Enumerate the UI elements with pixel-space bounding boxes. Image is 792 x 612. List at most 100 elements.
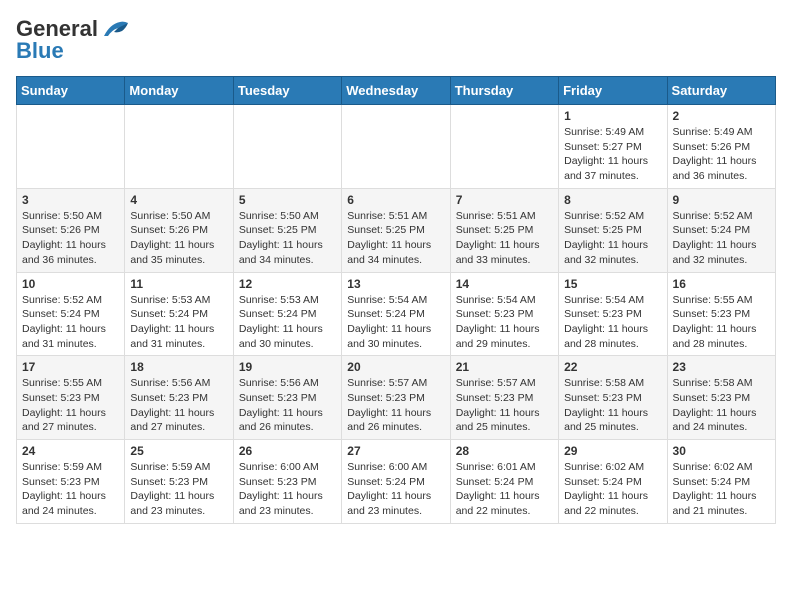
day-info: Sunrise: 5:59 AM Sunset: 5:23 PM Dayligh… <box>22 460 119 519</box>
day-info: Sunrise: 5:59 AM Sunset: 5:23 PM Dayligh… <box>130 460 227 519</box>
day-number: 14 <box>456 277 553 291</box>
day-info: Sunrise: 5:55 AM Sunset: 5:23 PM Dayligh… <box>673 293 770 352</box>
calendar-cell: 17 Sunrise: 5:55 AM Sunset: 5:23 PM Dayli… <box>17 356 125 440</box>
day-number: 23 <box>673 360 770 374</box>
day-number: 30 <box>673 444 770 458</box>
logo-blue: Blue <box>16 38 64 64</box>
day-number: 11 <box>130 277 227 291</box>
calendar-cell: 14 Sunrise: 5:54 AM Sunset: 5:23 PM Dayli… <box>450 272 558 356</box>
calendar-cell: 22 Sunrise: 5:58 AM Sunset: 5:23 PM Dayli… <box>559 356 667 440</box>
day-number: 8 <box>564 193 661 207</box>
calendar-cell: 2 Sunrise: 5:49 AM Sunset: 5:26 PM Daylig… <box>667 105 775 189</box>
day-info: Sunrise: 6:01 AM Sunset: 5:24 PM Dayligh… <box>456 460 553 519</box>
day-info: Sunrise: 5:51 AM Sunset: 5:25 PM Dayligh… <box>347 209 444 268</box>
calendar-cell: 5 Sunrise: 5:50 AM Sunset: 5:25 PM Daylig… <box>233 188 341 272</box>
day-info: Sunrise: 5:52 AM Sunset: 5:24 PM Dayligh… <box>22 293 119 352</box>
day-info: Sunrise: 6:02 AM Sunset: 5:24 PM Dayligh… <box>673 460 770 519</box>
day-info: Sunrise: 5:52 AM Sunset: 5:24 PM Dayligh… <box>673 209 770 268</box>
weekday-header-wednesday: Wednesday <box>342 77 450 105</box>
logo: General Blue <box>16 16 130 64</box>
calendar-week-1: 1 Sunrise: 5:49 AM Sunset: 5:27 PM Daylig… <box>17 105 776 189</box>
day-number: 10 <box>22 277 119 291</box>
calendar-cell: 1 Sunrise: 5:49 AM Sunset: 5:27 PM Daylig… <box>559 105 667 189</box>
day-number: 25 <box>130 444 227 458</box>
day-number: 12 <box>239 277 336 291</box>
calendar-cell: 7 Sunrise: 5:51 AM Sunset: 5:25 PM Daylig… <box>450 188 558 272</box>
day-info: Sunrise: 5:52 AM Sunset: 5:25 PM Dayligh… <box>564 209 661 268</box>
day-info: Sunrise: 5:50 AM Sunset: 5:26 PM Dayligh… <box>22 209 119 268</box>
calendar-cell: 30 Sunrise: 6:02 AM Sunset: 5:24 PM Dayli… <box>667 440 775 524</box>
day-info: Sunrise: 5:55 AM Sunset: 5:23 PM Dayligh… <box>22 376 119 435</box>
calendar-cell: 6 Sunrise: 5:51 AM Sunset: 5:25 PM Daylig… <box>342 188 450 272</box>
day-number: 20 <box>347 360 444 374</box>
weekday-header-friday: Friday <box>559 77 667 105</box>
calendar-header-row: SundayMondayTuesdayWednesdayThursdayFrid… <box>17 77 776 105</box>
day-info: Sunrise: 5:53 AM Sunset: 5:24 PM Dayligh… <box>239 293 336 352</box>
day-info: Sunrise: 5:58 AM Sunset: 5:23 PM Dayligh… <box>673 376 770 435</box>
calendar-cell: 20 Sunrise: 5:57 AM Sunset: 5:23 PM Dayli… <box>342 356 450 440</box>
weekday-header-tuesday: Tuesday <box>233 77 341 105</box>
day-number: 9 <box>673 193 770 207</box>
weekday-header-saturday: Saturday <box>667 77 775 105</box>
calendar-cell: 9 Sunrise: 5:52 AM Sunset: 5:24 PM Daylig… <box>667 188 775 272</box>
day-number: 15 <box>564 277 661 291</box>
day-number: 29 <box>564 444 661 458</box>
calendar-cell: 21Sunrise: 5:57 AM Sunset: 5:23 PM Dayli… <box>450 356 558 440</box>
calendar-cell: 26 Sunrise: 6:00 AM Sunset: 5:23 PM Dayli… <box>233 440 341 524</box>
calendar-cell <box>342 105 450 189</box>
weekday-header-thursday: Thursday <box>450 77 558 105</box>
day-info: Sunrise: 5:54 AM Sunset: 5:23 PM Dayligh… <box>456 293 553 352</box>
calendar-cell: 24 Sunrise: 5:59 AM Sunset: 5:23 PM Dayli… <box>17 440 125 524</box>
calendar-week-2: 3 Sunrise: 5:50 AM Sunset: 5:26 PM Daylig… <box>17 188 776 272</box>
calendar-cell: 27Sunrise: 6:00 AM Sunset: 5:24 PM Dayli… <box>342 440 450 524</box>
day-number: 1 <box>564 109 661 123</box>
day-number: 21 <box>456 360 553 374</box>
day-info: Sunrise: 5:57 AM Sunset: 5:23 PM Dayligh… <box>347 376 444 435</box>
day-number: 28 <box>456 444 553 458</box>
calendar-cell: 11Sunrise: 5:53 AM Sunset: 5:24 PM Dayli… <box>125 272 233 356</box>
day-info: Sunrise: 5:51 AM Sunset: 5:25 PM Dayligh… <box>456 209 553 268</box>
calendar-cell <box>233 105 341 189</box>
day-number: 6 <box>347 193 444 207</box>
day-number: 18 <box>130 360 227 374</box>
calendar-cell: 12 Sunrise: 5:53 AM Sunset: 5:24 PM Dayli… <box>233 272 341 356</box>
day-info: Sunrise: 5:58 AM Sunset: 5:23 PM Dayligh… <box>564 376 661 435</box>
calendar-week-4: 17 Sunrise: 5:55 AM Sunset: 5:23 PM Dayli… <box>17 356 776 440</box>
calendar-cell <box>17 105 125 189</box>
day-number: 19 <box>239 360 336 374</box>
calendar-cell: 10 Sunrise: 5:52 AM Sunset: 5:24 PM Dayli… <box>17 272 125 356</box>
calendar-cell: 16 Sunrise: 5:55 AM Sunset: 5:23 PM Dayli… <box>667 272 775 356</box>
day-info: Sunrise: 5:50 AM Sunset: 5:26 PM Dayligh… <box>130 209 227 268</box>
logo-bird-icon <box>100 18 130 40</box>
day-number: 4 <box>130 193 227 207</box>
calendar-cell <box>125 105 233 189</box>
calendar-cell: 18Sunrise: 5:56 AM Sunset: 5:23 PM Dayli… <box>125 356 233 440</box>
day-number: 26 <box>239 444 336 458</box>
day-number: 5 <box>239 193 336 207</box>
day-info: Sunrise: 6:00 AM Sunset: 5:23 PM Dayligh… <box>239 460 336 519</box>
calendar-cell: 19 Sunrise: 5:56 AM Sunset: 5:23 PM Dayli… <box>233 356 341 440</box>
day-info: Sunrise: 5:49 AM Sunset: 5:26 PM Dayligh… <box>673 125 770 184</box>
day-info: Sunrise: 6:00 AM Sunset: 5:24 PM Dayligh… <box>347 460 444 519</box>
day-number: 24 <box>22 444 119 458</box>
calendar-cell: 8 Sunrise: 5:52 AM Sunset: 5:25 PM Daylig… <box>559 188 667 272</box>
day-number: 7 <box>456 193 553 207</box>
day-number: 17 <box>22 360 119 374</box>
day-number: 2 <box>673 109 770 123</box>
day-number: 22 <box>564 360 661 374</box>
calendar-cell: 15 Sunrise: 5:54 AM Sunset: 5:23 PM Dayli… <box>559 272 667 356</box>
weekday-header-monday: Monday <box>125 77 233 105</box>
calendar-cell: 3 Sunrise: 5:50 AM Sunset: 5:26 PM Daylig… <box>17 188 125 272</box>
calendar-cell: 28 Sunrise: 6:01 AM Sunset: 5:24 PM Dayli… <box>450 440 558 524</box>
day-info: Sunrise: 5:50 AM Sunset: 5:25 PM Dayligh… <box>239 209 336 268</box>
day-number: 3 <box>22 193 119 207</box>
day-info: Sunrise: 5:56 AM Sunset: 5:23 PM Dayligh… <box>239 376 336 435</box>
calendar-cell: 4 Sunrise: 5:50 AM Sunset: 5:26 PM Daylig… <box>125 188 233 272</box>
calendar-week-5: 24 Sunrise: 5:59 AM Sunset: 5:23 PM Dayli… <box>17 440 776 524</box>
calendar-cell: 23 Sunrise: 5:58 AM Sunset: 5:23 PM Dayli… <box>667 356 775 440</box>
weekday-header-sunday: Sunday <box>17 77 125 105</box>
calendar-cell: 25 Sunrise: 5:59 AM Sunset: 5:23 PM Dayli… <box>125 440 233 524</box>
day-info: Sunrise: 5:54 AM Sunset: 5:23 PM Dayligh… <box>564 293 661 352</box>
day-number: 16 <box>673 277 770 291</box>
day-info: Sunrise: 5:49 AM Sunset: 5:27 PM Dayligh… <box>564 125 661 184</box>
